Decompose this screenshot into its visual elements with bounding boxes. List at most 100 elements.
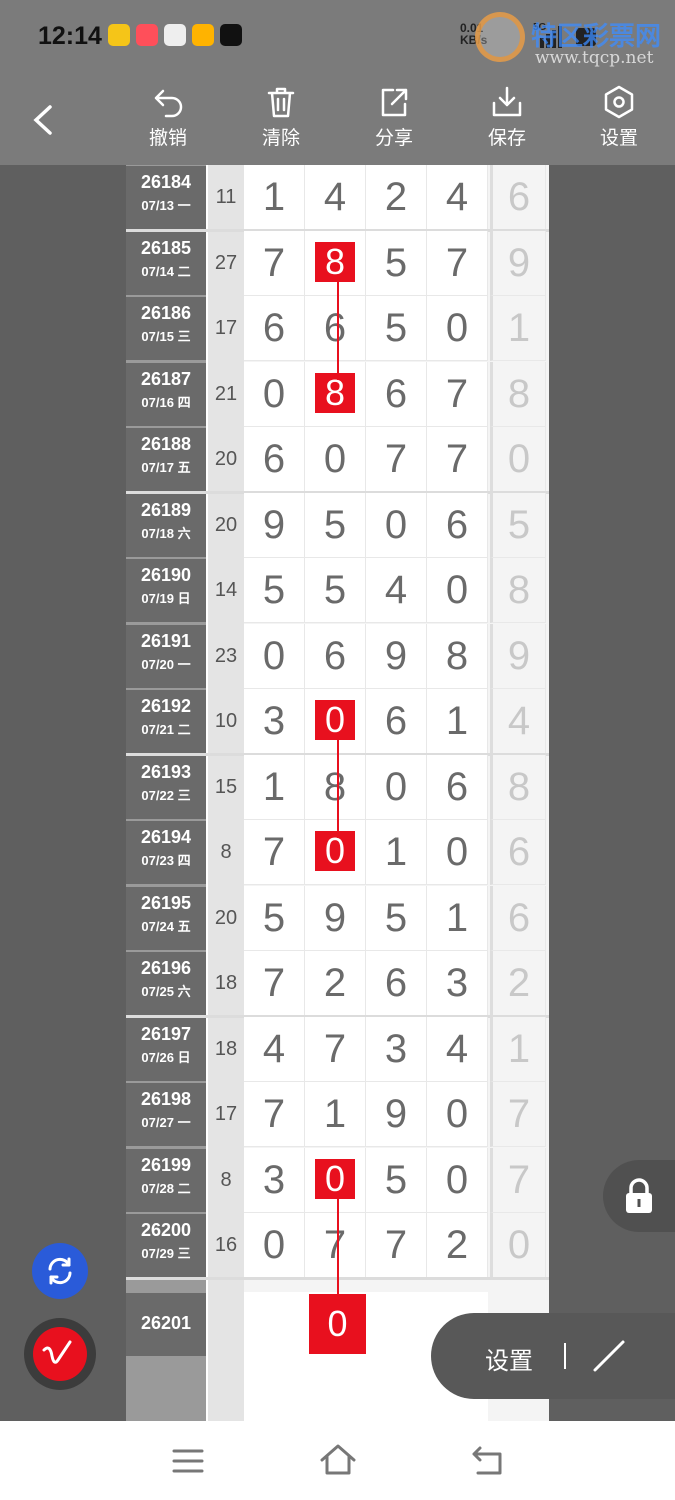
- table-row[interactable]: 26198 07/27 一 17 7 1 9 0 7: [126, 1082, 549, 1148]
- digit-cell[interactable]: 5: [244, 558, 305, 623]
- share-button[interactable]: 分享: [354, 85, 434, 150]
- digit-cell[interactable]: 2: [427, 1213, 488, 1278]
- extra-digit-cell[interactable]: 9: [490, 623, 546, 689]
- digit-cell[interactable]: 5: [244, 885, 305, 951]
- digit-cell[interactable]: 0: [366, 754, 427, 820]
- digit-cell[interactable]: 7: [366, 1213, 427, 1278]
- digit-cell[interactable]: 1: [427, 885, 488, 951]
- digit-cell[interactable]: 7: [244, 230, 305, 296]
- digit-cell[interactable]: 8: [305, 230, 366, 296]
- digit-cell[interactable]: 9: [366, 623, 427, 689]
- digit-cell[interactable]: 0: [305, 689, 366, 754]
- digit-cell[interactable]: 0: [427, 296, 488, 361]
- extra-digit-cell[interactable]: 7: [490, 1082, 546, 1147]
- digit-cell[interactable]: 2: [366, 165, 427, 230]
- digit-cell[interactable]: 1: [305, 1082, 366, 1147]
- digit-cell[interactable]: 4: [427, 165, 488, 230]
- extra-digit-cell[interactable]: 2: [490, 951, 546, 1016]
- digit-cell[interactable]: 0: [305, 1147, 366, 1213]
- save-button[interactable]: 保存: [467, 85, 547, 150]
- table-row[interactable]: 26184 07/13 一 11 1 4 2 4 6: [126, 165, 549, 231]
- digit-cell[interactable]: 5: [366, 230, 427, 296]
- digit-cell[interactable]: 3: [366, 1016, 427, 1082]
- digit-cell[interactable]: 1: [366, 820, 427, 885]
- extra-digit-cell[interactable]: 1: [490, 1016, 546, 1082]
- digit-cell[interactable]: 7: [366, 427, 427, 492]
- digit-cell[interactable]: 8: [305, 754, 366, 820]
- table-row[interactable]: 26197 07/26 日 18 4 7 3 4 1: [126, 1016, 549, 1083]
- digit-cell[interactable]: 4: [244, 1016, 305, 1082]
- digit-cell[interactable]: 6: [427, 754, 488, 820]
- table-row[interactable]: 26190 07/19 日 14 5 5 4 0 8: [126, 558, 549, 624]
- digit-cell[interactable]: 6: [366, 689, 427, 754]
- digit-cell[interactable]: 6: [305, 296, 366, 361]
- digit-cell[interactable]: 6: [427, 492, 488, 558]
- digit-cell[interactable]: 6: [244, 296, 305, 361]
- digit-cell[interactable]: 2: [305, 951, 366, 1016]
- digit-cell[interactable]: 7: [427, 230, 488, 296]
- digit-cell[interactable]: 8: [305, 361, 366, 427]
- sync-button[interactable]: [32, 1243, 88, 1299]
- digit-cell[interactable]: 9: [244, 492, 305, 558]
- digit-cell[interactable]: 5: [305, 492, 366, 558]
- digit-cell[interactable]: 1: [244, 754, 305, 820]
- table-row[interactable]: 26195 07/24 五 20 5 9 5 1 6: [126, 885, 549, 952]
- digit-cell[interactable]: 9: [305, 885, 366, 951]
- digit-cell[interactable]: 5: [305, 558, 366, 623]
- extra-digit-cell[interactable]: 0: [490, 427, 546, 492]
- digit-cell[interactable]: 7: [427, 361, 488, 427]
- extra-digit-cell[interactable]: 8: [490, 361, 546, 427]
- line-tool-icon[interactable]: [591, 1338, 627, 1374]
- extra-digit-cell[interactable]: 6: [490, 165, 546, 230]
- digit-cell[interactable]: 6: [305, 623, 366, 689]
- pen-button[interactable]: [24, 1318, 96, 1390]
- extra-digit-cell[interactable]: 8: [490, 558, 546, 623]
- digit-cell[interactable]: 7: [305, 1016, 366, 1082]
- digit-cell[interactable]: 9: [366, 1082, 427, 1147]
- draw-grid[interactable]: 26201 0 26184 07/13 一 11 1 4 2 4 6 26185 07/14 二2…: [126, 165, 549, 1421]
- digit-cell[interactable]: 7: [244, 820, 305, 885]
- digit-cell[interactable]: 7: [244, 951, 305, 1016]
- back-nav-icon[interactable]: [470, 1445, 504, 1477]
- digit-cell[interactable]: 7: [244, 1082, 305, 1147]
- digit-cell[interactable]: 0: [305, 427, 366, 492]
- digit-cell[interactable]: 4: [305, 165, 366, 230]
- extra-digit-cell[interactable]: 1: [490, 296, 546, 361]
- settings-button[interactable]: 设置: [579, 85, 659, 150]
- digit-cell[interactable]: 0: [305, 820, 366, 885]
- digit-cell[interactable]: 7: [305, 1213, 366, 1278]
- undo-button[interactable]: 撤销: [128, 85, 208, 150]
- home-icon[interactable]: [319, 1443, 357, 1477]
- menu-icon[interactable]: [172, 1447, 204, 1475]
- floating-settings-label[interactable]: 设置: [485, 1341, 533, 1376]
- floating-settings-panel[interactable]: 设置: [431, 1313, 675, 1399]
- table-row[interactable]: 26196 07/25 六 18 7 2 6 3 2: [126, 951, 549, 1017]
- extra-digit-cell[interactable]: 0: [490, 1213, 546, 1278]
- extra-digit-cell[interactable]: 7: [490, 1147, 546, 1213]
- digit-cell[interactable]: 4: [427, 1016, 488, 1082]
- lock-button[interactable]: [603, 1160, 675, 1232]
- extra-digit-cell[interactable]: 5: [490, 492, 546, 558]
- extra-digit-cell[interactable]: 9: [490, 230, 546, 296]
- digit-cell[interactable]: 5: [366, 1147, 427, 1213]
- digit-cell[interactable]: 8: [427, 623, 488, 689]
- table-row[interactable]: 26191 07/20 一 23 0 6 9 8 9: [126, 623, 549, 690]
- table-row[interactable]: 26189 07/18 六 20 9 5 0 6 5: [126, 492, 549, 559]
- digit-cell[interactable]: 0: [244, 1213, 305, 1278]
- digit-cell[interactable]: 0: [366, 492, 427, 558]
- back-button[interactable]: [28, 103, 62, 137]
- digit-cell[interactable]: 0: [244, 623, 305, 689]
- digit-cell[interactable]: 1: [427, 689, 488, 754]
- digit-cell[interactable]: 6: [366, 361, 427, 427]
- digit-cell[interactable]: 0: [427, 1082, 488, 1147]
- extra-digit-cell[interactable]: 4: [490, 689, 546, 754]
- extra-digit-cell[interactable]: 6: [490, 820, 546, 885]
- table-row[interactable]: 26188 07/17 五 20 6 0 7 7 0: [126, 427, 549, 493]
- digit-cell[interactable]: 0: [244, 361, 305, 427]
- digit-cell[interactable]: 5: [366, 885, 427, 951]
- prediction-value[interactable]: 0: [309, 1294, 366, 1354]
- extra-digit-cell[interactable]: 6: [490, 885, 546, 951]
- digit-cell[interactable]: 4: [366, 558, 427, 623]
- digit-cell[interactable]: 5: [366, 296, 427, 361]
- digit-cell[interactable]: 1: [244, 165, 305, 230]
